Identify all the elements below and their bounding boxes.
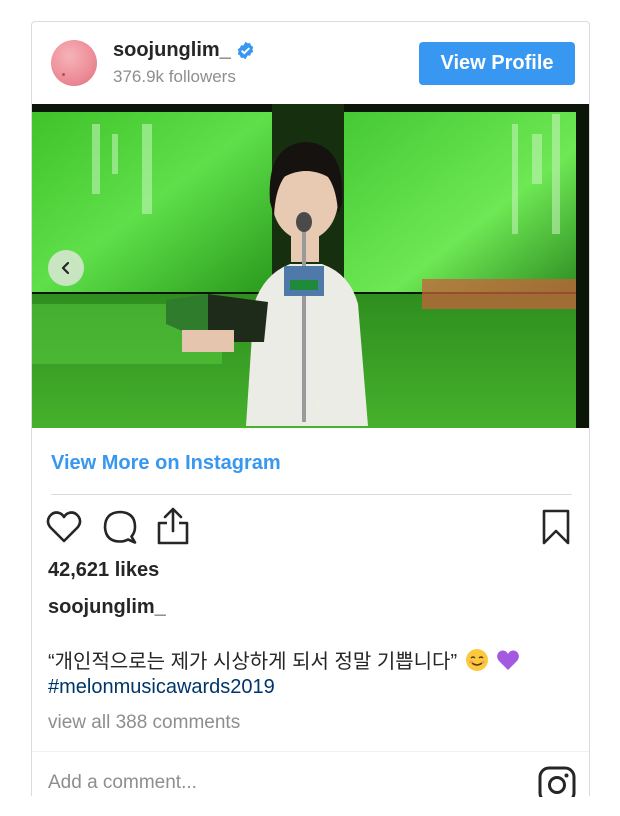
divider [51, 494, 572, 495]
follower-count: 376.9k followers [113, 67, 236, 86]
username[interactable]: soojunglim_ [113, 39, 231, 62]
avatar[interactable] [51, 40, 97, 86]
heart-icon[interactable] [46, 510, 82, 544]
chevron-left-icon [61, 261, 70, 275]
previous-slide-button[interactable] [48, 250, 84, 286]
smiling-face-emoji [465, 649, 488, 671]
view-all-comments-link[interactable]: view all 388 comments [48, 712, 240, 734]
purple-heart-emoji [497, 650, 520, 670]
post-photo [32, 104, 589, 428]
bookmark-icon[interactable] [541, 508, 571, 546]
view-profile-button[interactable]: View Profile [419, 42, 575, 85]
divider [32, 751, 589, 752]
like-count[interactable]: 42,621 likes [48, 559, 159, 582]
caption: “개인적으로는 제가 시상하게 되서 정말 기쁩니다” [48, 648, 578, 676]
hashtag-link[interactable]: #melonmusicawards2019 [48, 676, 275, 699]
caption-author[interactable]: soojunglim_ [48, 596, 166, 619]
comment-icon[interactable] [102, 509, 138, 545]
view-more-link[interactable]: View More on Instagram [51, 452, 281, 475]
instagram-logo-icon[interactable] [538, 766, 576, 797]
carousel-indicator-dot [315, 401, 322, 408]
post-image[interactable] [32, 104, 589, 428]
add-comment-input[interactable]: Add a comment... [48, 772, 197, 794]
instagram-embed-card: soojunglim_ 376.9k followers View Profil… [31, 21, 590, 797]
verified-badge-icon [237, 41, 253, 60]
caption-text: “개인적으로는 제가 시상하게 되서 정말 기쁩니다” [48, 651, 458, 673]
username-row: soojunglim_ [113, 39, 255, 62]
share-icon[interactable] [156, 506, 190, 546]
